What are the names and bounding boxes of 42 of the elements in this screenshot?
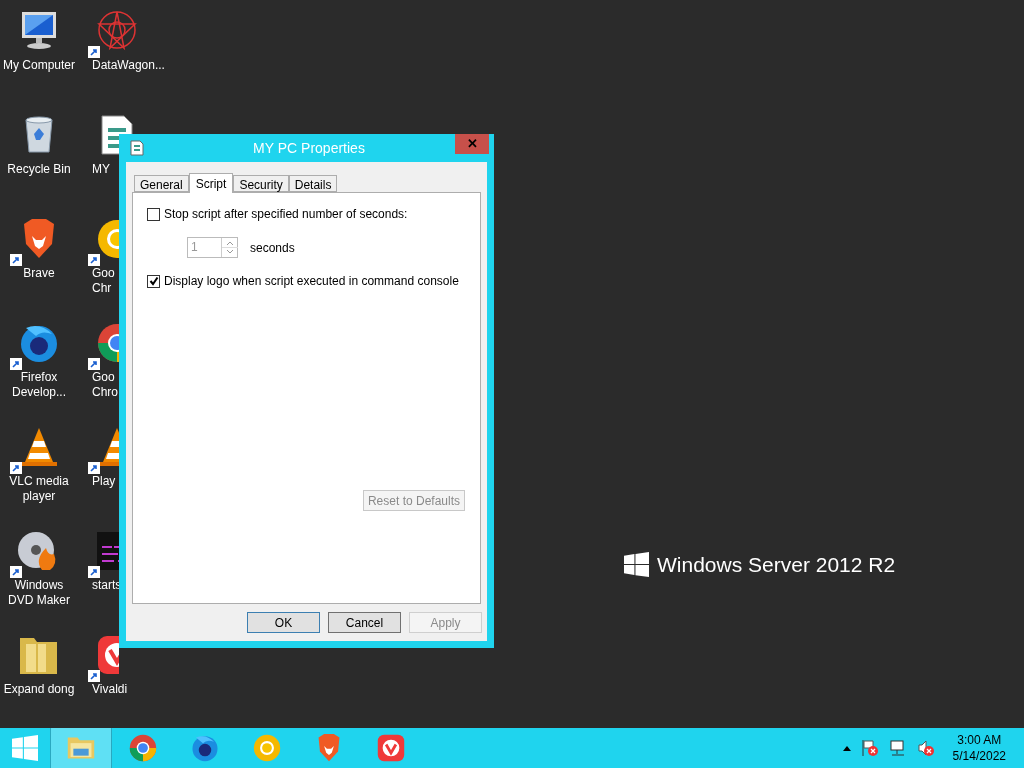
icon-label: DataWagon... [92,58,165,73]
icon-label: Develop... [12,385,66,400]
windows-logo-icon [624,552,649,578]
dialog-button[interactable]: Cancel [328,612,401,633]
icon-label: MY [92,162,110,177]
icon-label: player [22,489,56,504]
icon-label: Play [92,474,116,489]
windows-logo-icon [12,735,38,761]
branding-text: Windows Server 2012 R2 [657,552,896,578]
speaker-muted-icon[interactable] [916,739,935,757]
checkbox-label: Display logo when script executed in command console [164,273,459,290]
ring-icon [251,732,283,764]
checkbox-label: Stop script after specified number of seconds: [164,206,408,223]
icon-label: VLC media [9,474,69,489]
icon-label: Expand dong [3,682,75,697]
icon-label: Windows [14,578,64,593]
icon-label: Chr [92,281,112,296]
tab[interactable]: Details [288,175,338,192]
icon-label: My Computer [3,58,75,73]
network-icon[interactable] [888,739,907,757]
checkbox[interactable] [147,274,160,288]
unit-label: seconds [250,239,295,257]
icon-label: Chro [92,385,118,400]
tab[interactable]: Security [233,175,289,192]
v-logo-icon [375,732,407,764]
browser-ball-icon [127,732,159,764]
tab[interactable]: General [134,175,189,192]
icon-label: Goo [92,266,115,281]
checkbox[interactable] [147,207,160,221]
clock[interactable]: 3:00 AM 5/14/2022 [952,732,1006,764]
icon-label: Vivaldi [92,682,128,697]
icon-label: Recycle Bin [7,162,71,177]
icon-label: Brave [23,266,55,281]
icon-label: DVD Maker [8,593,70,608]
window-title: MY PC Properties [252,138,366,158]
show-hidden-icons-icon[interactable] [842,745,851,751]
icon-label: Firefox [20,370,58,385]
flag-error-icon[interactable] [860,739,879,757]
dialog-button[interactable]: OK [247,612,320,633]
icon-label: Goo [92,370,115,385]
close-button[interactable]: ✕ [455,134,489,154]
tab[interactable]: Script [188,173,234,193]
